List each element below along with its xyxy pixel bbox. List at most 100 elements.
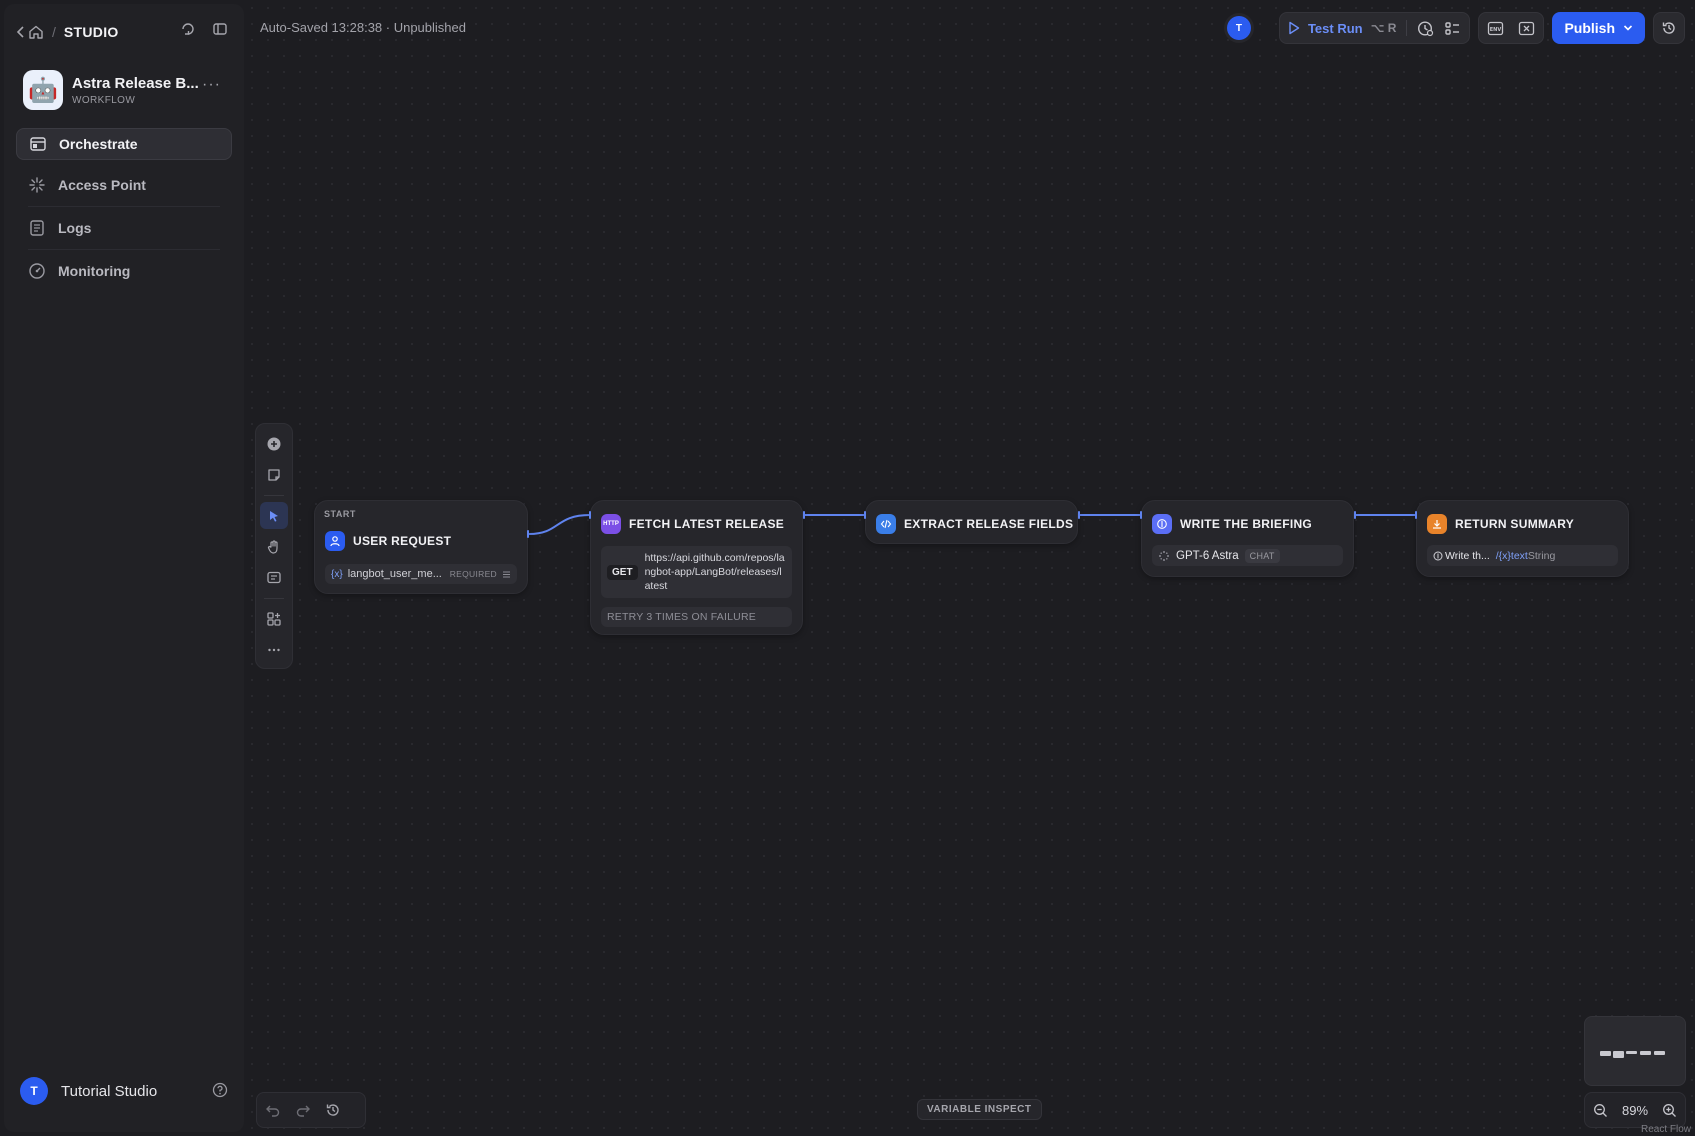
- divider: [1406, 20, 1408, 36]
- zoom-level[interactable]: 89%: [1622, 1103, 1648, 1118]
- minimap[interactable]: [1584, 1016, 1686, 1086]
- text-type-icon: [502, 570, 511, 579]
- node-http-output-handle[interactable]: [803, 511, 805, 519]
- run-history-icon[interactable]: [1417, 20, 1434, 37]
- divider: [28, 249, 220, 250]
- breadcrumb-separator: /: [52, 24, 56, 40]
- sidebar-item-label: Orchestrate: [59, 136, 138, 152]
- zoom-in-icon[interactable]: [1662, 1103, 1677, 1118]
- node-end-input-handle[interactable]: [1415, 511, 1417, 519]
- test-run-label: Test Run: [1307, 20, 1363, 36]
- sidebar-toggle-icon[interactable]: [212, 21, 228, 37]
- sidebar-nav: Orchestrate Access Point Logs Monitoring: [16, 128, 232, 296]
- variable-inspect-button[interactable]: VARIABLE INSPECT: [917, 1099, 1042, 1120]
- http-url: https://api.github.com/repos/langbot-app…: [644, 552, 785, 592]
- sync-icon[interactable]: [180, 21, 196, 37]
- avatar[interactable]: T: [1226, 16, 1251, 40]
- redo-icon[interactable]: [295, 1102, 311, 1118]
- workspace-switcher[interactable]: T Tutorial Studio: [20, 1076, 230, 1106]
- avatar: T: [20, 1077, 48, 1105]
- sidebar-item-monitoring[interactable]: Monitoring: [16, 255, 232, 287]
- variable-icon[interactable]: [1518, 20, 1535, 37]
- output-row[interactable]: Write th... /{x} text String: [1427, 545, 1618, 566]
- breadcrumb-studio[interactable]: STUDIO: [64, 24, 119, 40]
- env-icon[interactable]: ENV: [1487, 20, 1504, 37]
- output-node-name: Write th...: [1445, 549, 1490, 562]
- model-name: GPT-6 Astra: [1176, 549, 1239, 562]
- publish-label: Publish: [1564, 20, 1615, 36]
- add-node-icon[interactable]: [260, 430, 288, 457]
- undo-redo-group: [256, 1092, 366, 1128]
- retry-row: RETRY 3 TIMES ON FAILURE: [601, 607, 792, 627]
- sidebar-item-access-point[interactable]: Access Point: [16, 169, 232, 201]
- node-code-input-handle[interactable]: [864, 511, 866, 519]
- react-flow-attribution[interactable]: React Flow: [1641, 1124, 1691, 1135]
- help-icon[interactable]: [212, 1082, 228, 1098]
- divider: [264, 598, 284, 600]
- variable-icon: /{x}: [1495, 549, 1511, 562]
- http-request-row[interactable]: GET https://api.github.com/repos/langbot…: [601, 546, 792, 598]
- code-icon: [876, 514, 896, 534]
- canvas-tool-palette: [255, 423, 293, 669]
- zoom-out-icon[interactable]: [1593, 1103, 1608, 1118]
- node-start[interactable]: START USER REQUEST {x} langbot_user_me..…: [314, 500, 528, 594]
- chevron-down-icon: [1615, 24, 1633, 32]
- divider: [28, 206, 220, 207]
- home-icon[interactable]: [28, 24, 44, 40]
- end-icon: [1427, 514, 1447, 534]
- svg-text:ENV: ENV: [1490, 27, 1502, 33]
- version-history-button[interactable]: [1653, 12, 1685, 44]
- node-llm[interactable]: WRITE THE BRIEFING GPT-6 Astra CHAT: [1141, 500, 1354, 577]
- robot-icon: 🤖: [23, 70, 63, 110]
- minimap-nodes: [1600, 1051, 1665, 1058]
- app-type: WORKFLOW: [72, 94, 136, 106]
- node-http-request[interactable]: HTTP FETCH LATEST RELEASE GET https://ap…: [590, 500, 803, 635]
- document-icon: [28, 219, 46, 237]
- model-row[interactable]: GPT-6 Astra CHAT: [1152, 545, 1343, 566]
- env-tools: ENV: [1478, 12, 1545, 44]
- pointer-icon[interactable]: [260, 501, 288, 530]
- node-title: EXTRACT RELEASE FIELDS: [904, 517, 1074, 531]
- output-source-icon: [1433, 551, 1443, 561]
- more-icon[interactable]: [260, 637, 288, 664]
- node-title: WRITE THE BRIEFING: [1180, 517, 1313, 531]
- sidebar-header: / STUDIO: [16, 21, 232, 43]
- node-title: RETURN SUMMARY: [1455, 517, 1575, 531]
- chevron-left-icon[interactable]: [16, 26, 26, 38]
- undo-icon[interactable]: [265, 1102, 281, 1118]
- comment-icon[interactable]: [260, 565, 288, 592]
- hand-icon[interactable]: [260, 533, 288, 560]
- sidebar-item-orchestrate[interactable]: Orchestrate: [16, 128, 232, 160]
- node-code-output-handle[interactable]: [1078, 511, 1080, 519]
- run-tools: Test Run ⌥ R: [1278, 12, 1471, 44]
- node-start-output-handle[interactable]: [527, 530, 529, 538]
- start-variable-row[interactable]: {x} langbot_user_me... REQUIRED: [325, 564, 517, 584]
- node-title: FETCH LATEST RELEASE: [629, 517, 785, 531]
- app-card[interactable]: 🤖 Astra Release B... WORKFLOW ···: [23, 68, 223, 112]
- node-end[interactable]: RETURN SUMMARY Write th... /{x} text Str…: [1416, 500, 1629, 577]
- history-icon[interactable]: [325, 1102, 341, 1118]
- node-http-input-handle[interactable]: [589, 511, 591, 519]
- sidebar-item-label: Monitoring: [58, 263, 131, 279]
- sidebar-item-logs[interactable]: Logs: [16, 212, 232, 244]
- test-run-button[interactable]: Test Run ⌥ R: [1288, 21, 1396, 36]
- app-name: Astra Release B...: [72, 74, 199, 92]
- top-toolbar: T Test Run ⌥ R ENV Publish: [1226, 12, 1685, 44]
- variable-icon: {x}: [331, 568, 343, 580]
- test-run-shortcut: ⌥ R: [1370, 21, 1397, 35]
- checklist-icon[interactable]: [1444, 20, 1461, 37]
- output-variable: text: [1510, 549, 1528, 562]
- node-llm-output-handle[interactable]: [1354, 511, 1356, 519]
- node-title: USER REQUEST: [353, 534, 452, 548]
- organize-icon[interactable]: [260, 605, 288, 632]
- more-icon[interactable]: ···: [202, 76, 221, 94]
- publish-button[interactable]: Publish: [1552, 12, 1645, 44]
- sidebar-item-label: Logs: [58, 220, 92, 236]
- node-code[interactable]: EXTRACT RELEASE FIELDS: [865, 500, 1078, 544]
- model-provider-icon: [1158, 550, 1170, 562]
- node-llm-input-handle[interactable]: [1140, 511, 1142, 519]
- autosave-status: Auto-Saved 13:28:38 · Unpublished: [260, 20, 466, 35]
- add-note-icon[interactable]: [260, 461, 288, 488]
- layout-icon: [29, 135, 47, 153]
- sparkle-icon: [28, 176, 46, 194]
